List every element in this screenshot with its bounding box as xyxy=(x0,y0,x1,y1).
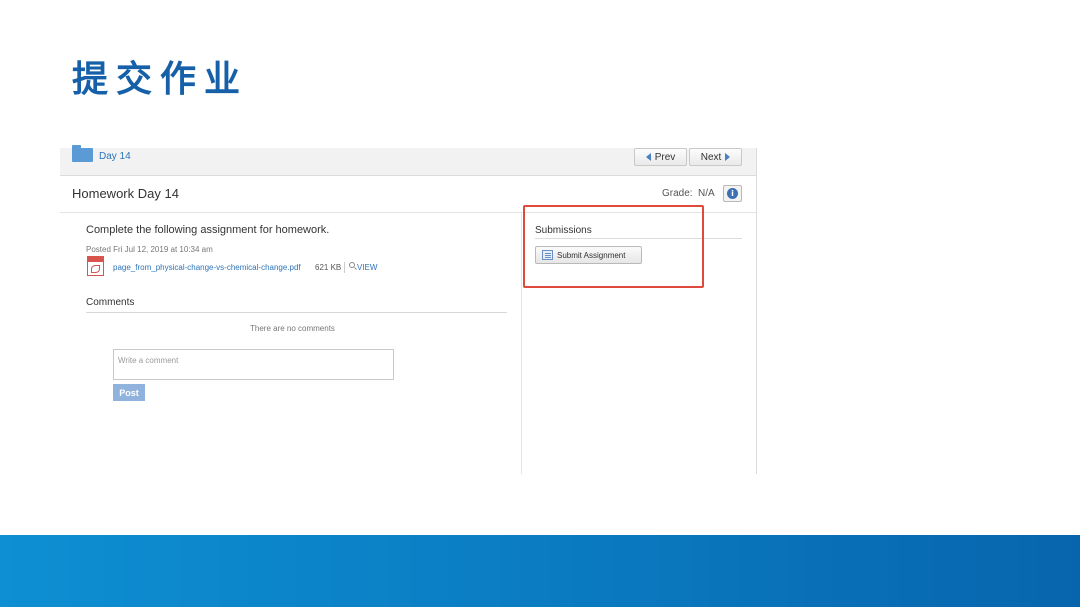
grade-value: N/A xyxy=(698,188,715,199)
slide-title: 提交作业 xyxy=(72,59,249,100)
prev-label: Prev xyxy=(654,151,676,163)
attachment-file-link[interactable]: page_from_physical-change-vs-chemical-ch… xyxy=(113,263,301,272)
comments-heading: Comments xyxy=(86,297,135,308)
assignment-title: Homework Day 14 xyxy=(72,186,179,201)
comments-divider xyxy=(86,312,507,313)
view-attachment-link[interactable]: VIEW xyxy=(357,263,377,272)
prev-button[interactable]: Prev xyxy=(634,148,687,166)
attachment-file-size: 621 KB xyxy=(315,263,342,272)
arrow-left-icon xyxy=(645,153,651,161)
comment-input[interactable] xyxy=(113,349,394,380)
assignment-instructions: Complete the following assignment for ho… xyxy=(86,224,330,236)
grade-label: Grade: xyxy=(662,188,693,199)
footer-band xyxy=(0,535,1080,607)
breadcrumb-folder-link[interactable]: Day 14 xyxy=(99,151,131,162)
folder-icon xyxy=(72,145,93,162)
next-button[interactable]: Next xyxy=(689,148,742,166)
highlight-box xyxy=(523,205,704,288)
top-nav-bar: Day 14 Prev Next xyxy=(60,145,757,176)
arrow-right-icon xyxy=(725,153,731,161)
no-comments-text: There are no comments xyxy=(250,324,335,333)
posted-date: Posted Fri Jul 12, 2019 at 10:34 am xyxy=(86,245,213,254)
magnifier-icon xyxy=(349,262,355,268)
column-divider xyxy=(521,213,522,474)
info-icon: i xyxy=(727,188,738,199)
separator xyxy=(344,262,345,273)
pdf-file-icon xyxy=(87,256,104,276)
grade-info-button[interactable]: i xyxy=(723,185,742,202)
schoology-screenshot: Day 14 Prev Next Homework Day 14 Grade: … xyxy=(60,145,757,474)
post-comment-button[interactable]: Post xyxy=(113,384,145,401)
panel-border xyxy=(756,148,757,474)
next-label: Next xyxy=(700,151,722,163)
